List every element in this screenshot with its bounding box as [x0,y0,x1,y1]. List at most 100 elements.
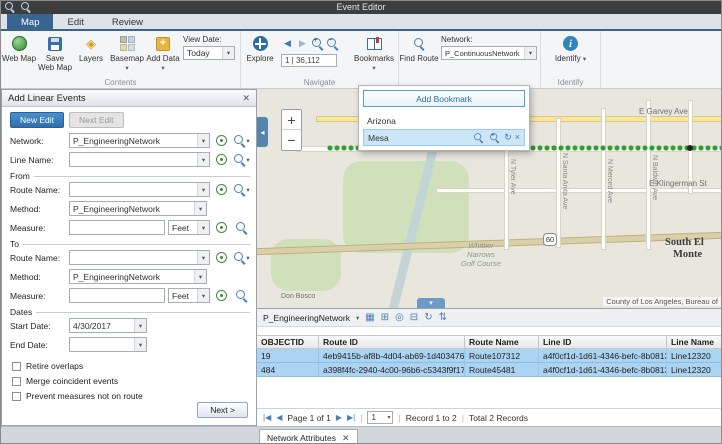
add-data-button[interactable]: + Add Data ▾ [145,33,181,73]
save-web-map-button[interactable]: Save Web Map [37,33,73,72]
zoom-in-icon[interactable] [5,2,15,12]
basemap-button[interactable]: Basemap ▾ [109,33,145,73]
select-network-on-map-icon[interactable] [213,133,230,148]
select-line-on-map-icon[interactable] [213,152,230,167]
next-page-icon[interactable]: ▶ [336,413,342,422]
select-route-on-map-icon[interactable] [213,250,230,265]
column-header[interactable]: OBJECTID [257,335,319,349]
pan-to-bookmark-icon[interactable]: + [489,132,499,142]
table-row[interactable]: 19 4eb9415b-af8b-4d04-ab69-1d4034760f2b … [257,349,722,363]
table-row[interactable]: 484 a398f4fc-2940-4c00-96b6-c5343f9f1711… [257,363,722,377]
zoom-to-selected-icon[interactable]: ◎ [395,313,404,323]
ribbon: Web Map Save Web Map ◈ Layers Basemap ▾ … [1,31,721,89]
prevent-measures-checkbox[interactable] [12,392,21,401]
identify-button[interactable]: i Identify ▾ [549,33,593,63]
previous-extent-icon[interactable]: ◀ [281,38,294,49]
close-tab-icon[interactable]: ✕ [342,433,350,444]
from-method-dropdown[interactable]: P_EngineeringNetwork ▾ [69,201,207,216]
next-button[interactable]: Next > [197,402,248,418]
ribbon-tab-bar: Map Edit Review [1,14,721,31]
to-route-name-dropdown[interactable]: ▾ [69,250,210,265]
zoom-out-icon[interactable] [21,2,31,12]
chevron-down-icon: ▾ [194,270,206,283]
close-panel-icon[interactable]: ✕ [242,93,250,104]
end-date-picker[interactable]: ▾ [69,337,147,352]
chevron-down-icon: ▾ [161,65,164,72]
web-map-button[interactable]: Web Map [1,33,37,63]
chevron-down-icon: ▾ [197,153,209,166]
remove-bookmark-icon[interactable]: × [515,133,520,142]
route-search-icon[interactable]: ▾ [233,250,250,265]
merge-coincident-events-checkbox[interactable] [12,377,21,386]
tab-review[interactable]: Review [98,14,157,29]
poi-label: Don Bosco [281,293,315,300]
line-name-dropdown[interactable]: ▾ [69,152,210,167]
find-route-icon [413,35,426,52]
from-measure-input[interactable] [69,220,165,235]
refresh-table-icon[interactable]: ↻ [424,313,432,323]
column-header[interactable]: Route ID [319,335,465,349]
map-zoom-in-button[interactable]: + [282,110,301,130]
view-date-dropdown[interactable]: Today ▾ [183,46,235,60]
column-header[interactable]: Route Name [465,335,539,349]
start-date-picker[interactable]: 4/30/2017 ▾ [69,318,147,333]
network-search-icon[interactable]: ▾ [233,133,250,148]
to-unit-dropdown[interactable]: Feet ▾ [168,288,210,303]
add-bookmark-button[interactable]: Add Bookmark [363,90,525,107]
pick-measure-on-map-icon[interactable] [213,220,230,235]
from-route-name-dropdown[interactable]: ▾ [69,182,210,197]
explore-button[interactable]: Explore [241,33,279,63]
table-options-icon[interactable]: ▦ [365,313,374,323]
measure-zoom-icon[interactable] [233,220,250,235]
zoom-to-bookmark-icon[interactable] [473,132,483,142]
show-selected-records-icon[interactable]: ⊞ [381,313,389,323]
bookmark-item-arizona[interactable]: Arizona [363,112,525,129]
tab-map[interactable]: Map [7,14,53,29]
chevron-down-icon[interactable]: ▾ [356,314,359,322]
identify-icon: i [563,35,578,52]
bookmark-item-mesa[interactable]: Mesa + ↻ × [363,129,525,146]
tab-edit[interactable]: Edit [53,14,97,29]
chevron-down-icon: ▾ [583,56,586,63]
next-extent-icon[interactable]: ▶ [296,38,309,49]
find-route-button[interactable]: Find Route [399,33,439,63]
street-label-vertical: N Tyler Ave [509,159,516,195]
sort-fields-icon[interactable]: ⇅ [439,313,447,323]
to-measure-input[interactable] [69,288,165,303]
next-edit-button[interactable]: Next Edit [69,112,124,128]
page-select-dropdown[interactable]: 1 ▾ [367,411,393,424]
panel-network-dropdown[interactable]: P_EngineeringNetwork ▾ [69,133,210,148]
collapse-panel-arrow[interactable]: ◂ [257,117,268,147]
network-label: Network: [441,35,535,44]
last-page-icon[interactable]: ▶| [347,413,355,422]
network-dropdown[interactable]: P_ContinuousNetwork ▾ [441,46,537,60]
select-route-on-map-icon[interactable] [213,182,230,197]
line-search-icon[interactable]: ▾ [233,152,250,167]
update-bookmark-icon[interactable]: ↻ [504,133,512,142]
to-method-dropdown[interactable]: P_EngineeringNetwork ▾ [69,269,207,284]
web-map-icon [12,35,27,52]
scale-input[interactable]: 1 | 36,112 [281,54,337,67]
pick-measure-on-map-icon[interactable] [213,288,230,303]
bookmarks-button[interactable]: Bookmarks▾ [351,33,397,73]
prev-page-icon[interactable]: ◀ [276,413,282,422]
view-date-control: View Date: Today ▾ [181,33,239,60]
layers-button[interactable]: ◈ Layers [73,33,109,63]
clear-selection-icon[interactable]: ⊟ [410,313,418,323]
road-vertical-4 [647,101,650,249]
from-unit-dropdown[interactable]: Feet ▾ [168,220,210,235]
measure-zoom-icon[interactable] [233,288,250,303]
retire-overlaps-checkbox[interactable] [12,362,21,371]
first-page-icon[interactable]: |◀ [263,413,271,422]
zoom-out-tool-icon[interactable]: − [326,37,339,50]
collapse-table-arrow[interactable]: ▾ [417,298,445,308]
new-edit-button[interactable]: New Edit [10,112,64,128]
column-header[interactable]: Line ID [539,335,667,349]
map-zoom-out-button[interactable]: − [282,130,301,150]
tab-network-attributes[interactable]: Network Attributes ✕ [259,429,358,444]
chevron-down-icon: ▾ [246,254,249,262]
panel-title: Add Linear Events [8,93,242,104]
route-search-icon[interactable]: ▾ [233,182,250,197]
column-header[interactable]: Line Name [667,335,722,349]
zoom-in-tool-icon[interactable]: + [311,37,324,50]
